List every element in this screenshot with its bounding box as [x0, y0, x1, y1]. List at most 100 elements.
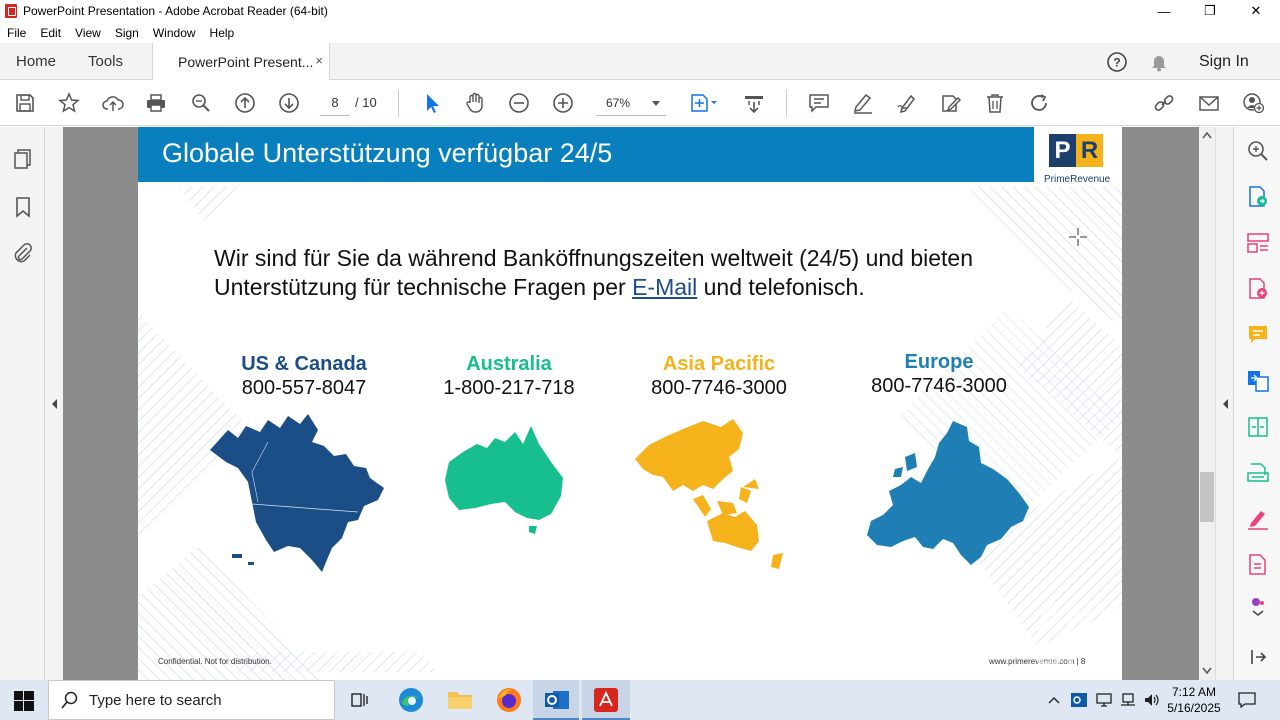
- sign-in-button[interactable]: Sign In: [1199, 43, 1249, 80]
- email-link[interactable]: E-Mail: [632, 274, 697, 300]
- notification-center-icon[interactable]: [1234, 680, 1260, 720]
- file-explorer-icon[interactable]: [447, 688, 473, 712]
- svg-text:?: ?: [1113, 56, 1120, 70]
- select-cursor-icon[interactable]: [420, 91, 444, 115]
- email-icon[interactable]: [1197, 91, 1221, 115]
- comment-tool-icon[interactable]: [1246, 323, 1270, 347]
- attachments-icon[interactable]: [11, 241, 35, 265]
- menu-edit[interactable]: Edit: [33, 26, 68, 40]
- print-icon[interactable]: [144, 91, 168, 115]
- search-zoom-icon[interactable]: [1246, 139, 1270, 163]
- north-america-map: [210, 414, 384, 572]
- chevron-down-icon: [652, 101, 660, 106]
- tray-overflow-chevron-icon[interactable]: [1045, 680, 1063, 720]
- left-panel-toggle[interactable]: [45, 127, 63, 680]
- close-window-button[interactable]: ✕: [1233, 0, 1279, 22]
- document-viewport[interactable]: Globale Unterstützung verfügbar 24/5 P R…: [63, 127, 1199, 680]
- logo-p: P: [1049, 134, 1076, 167]
- edge-browser-icon[interactable]: [398, 687, 424, 713]
- search-placeholder: Type here to search: [89, 691, 222, 709]
- region-phone: 800-7746-3000: [651, 377, 787, 399]
- right-panel-toggle[interactable]: [1215, 127, 1233, 680]
- maximize-button[interactable]: ❐: [1187, 0, 1233, 22]
- notification-bell-icon[interactable]: [1148, 51, 1170, 73]
- zoom-select[interactable]: 67%: [596, 90, 666, 116]
- expand-panel-icon[interactable]: [1246, 645, 1270, 669]
- clock-date: 5/16/2025: [1167, 701, 1221, 715]
- scrollbar-thumb[interactable]: [1200, 472, 1214, 522]
- zoom-out-icon[interactable]: [507, 91, 531, 115]
- menu-file[interactable]: File: [0, 26, 33, 40]
- scroll-mode-icon[interactable]: [742, 91, 766, 115]
- region-europe: Europe 800-7746-3000: [839, 351, 1039, 398]
- watermark-text: ANY RUN: [1035, 596, 1125, 680]
- minimize-button[interactable]: —: [1141, 0, 1187, 22]
- acrobat-icon: [594, 688, 618, 712]
- outlook-icon: [545, 691, 569, 709]
- bookmarks-icon[interactable]: [11, 195, 35, 219]
- tab-bar: Home Tools PowerPoint Present... × ? Sig…: [0, 43, 1280, 81]
- acrobat-taskbar-button[interactable]: [582, 680, 630, 720]
- region-us-canada: US & Canada 800-557-8047: [204, 353, 404, 400]
- menu-window[interactable]: Window: [146, 26, 203, 40]
- next-page-icon[interactable]: [277, 91, 301, 115]
- comment-icon[interactable]: [807, 91, 831, 115]
- share-link-icon[interactable]: [1152, 91, 1176, 115]
- windows-start-icon[interactable]: [14, 691, 34, 711]
- anyrun-watermark: ANY RUN: [1035, 596, 1199, 680]
- tab-home[interactable]: Home: [16, 43, 56, 80]
- menu-sign[interactable]: Sign: [108, 26, 146, 40]
- close-tab-icon[interactable]: ×: [315, 53, 323, 68]
- tray-network-adapter-icon[interactable]: [1093, 680, 1115, 720]
- save-icon[interactable]: [13, 91, 37, 115]
- fill-sign-icon[interactable]: [895, 91, 919, 115]
- taskbar-search-box[interactable]: Type here to search: [48, 680, 335, 720]
- region-name: US & Canada: [241, 353, 367, 375]
- organize-pages-icon[interactable]: [1246, 231, 1270, 255]
- taskbar-clock[interactable]: 7:12 AM 5/16/2025: [1163, 680, 1225, 720]
- fill-sign-tool-icon[interactable]: [1246, 507, 1270, 531]
- edit-pdf-icon[interactable]: [939, 91, 963, 115]
- tray-wired-network-icon[interactable]: [1117, 680, 1139, 720]
- zoom-search-icon[interactable]: [189, 91, 213, 115]
- tab-document[interactable]: PowerPoint Present... ×: [152, 43, 330, 81]
- region-name: Europe: [904, 351, 974, 373]
- compress-pdf-icon[interactable]: [1246, 415, 1270, 439]
- tray-volume-icon[interactable]: [1141, 680, 1163, 720]
- rotate-icon[interactable]: [1027, 91, 1051, 115]
- collapse-left-icon: [52, 399, 57, 409]
- delete-trash-icon[interactable]: [983, 91, 1007, 115]
- vertical-scrollbar[interactable]: [1199, 127, 1215, 680]
- left-navigation-rail: [0, 127, 45, 680]
- menu-bar: File Edit View Sign Window Help: [0, 22, 1280, 43]
- highlight-pen-icon[interactable]: [851, 91, 875, 115]
- bookmark-star-icon[interactable]: [57, 91, 81, 115]
- tab-tools[interactable]: Tools: [88, 43, 123, 80]
- slide-intro-text: Wir sind für Sie da während Banköffnungs…: [214, 244, 1044, 302]
- page-number-input[interactable]: 8: [320, 90, 350, 116]
- firefox-icon[interactable]: [496, 687, 522, 713]
- search-icon: [61, 691, 78, 709]
- clock-time: 7:12 AM: [1171, 685, 1217, 699]
- menu-view[interactable]: View: [68, 26, 108, 40]
- outlook-taskbar-button[interactable]: [533, 680, 579, 720]
- previous-page-icon[interactable]: [233, 91, 257, 115]
- page-thumbnails-icon[interactable]: [11, 147, 35, 171]
- window-title: PowerPoint Presentation - Adobe Acrobat …: [23, 4, 328, 18]
- tray-outlook-icon[interactable]: [1068, 680, 1090, 720]
- more-tools-icon[interactable]: [1246, 593, 1270, 617]
- menu-help[interactable]: Help: [203, 26, 242, 40]
- hand-tool-icon[interactable]: [463, 91, 487, 115]
- task-view-icon[interactable]: [350, 690, 370, 710]
- help-icon[interactable]: ?: [1106, 51, 1128, 73]
- export-pdf-icon[interactable]: [1246, 185, 1270, 209]
- edit-document-icon[interactable]: [1246, 553, 1270, 577]
- scan-ocr-icon[interactable]: [1246, 461, 1270, 485]
- zoom-in-icon[interactable]: [551, 91, 575, 115]
- add-user-icon[interactable]: [1241, 91, 1265, 115]
- logo-r: R: [1076, 134, 1103, 167]
- combine-files-icon[interactable]: [1246, 369, 1270, 393]
- upload-cloud-icon[interactable]: [101, 91, 125, 115]
- page-fit-icon[interactable]: [687, 91, 721, 115]
- create-pdf-icon[interactable]: [1246, 277, 1270, 301]
